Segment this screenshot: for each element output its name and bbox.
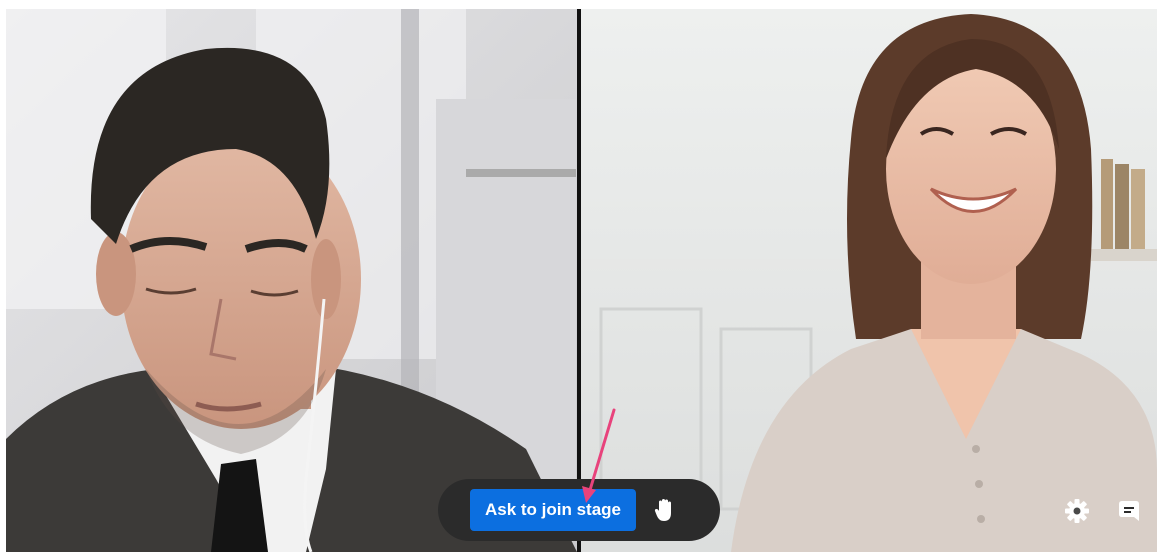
gear-icon xyxy=(1065,499,1089,523)
stage-control-bar: Ask to join stage xyxy=(438,479,720,541)
raise-hand-icon xyxy=(654,499,671,521)
chat-icon xyxy=(1119,501,1139,521)
participant-video-right xyxy=(581,9,1157,552)
video-stage xyxy=(6,9,1157,552)
settings-button[interactable] xyxy=(1062,496,1092,526)
participant-video-left xyxy=(6,9,577,552)
chat-button[interactable] xyxy=(1114,496,1144,526)
raise-hand-button[interactable] xyxy=(648,493,682,527)
ask-to-join-stage-button[interactable]: Ask to join stage xyxy=(470,489,636,531)
